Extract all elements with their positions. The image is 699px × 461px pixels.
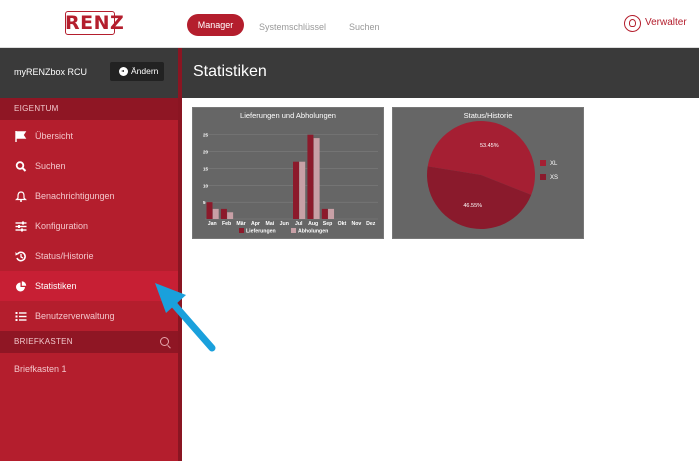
x-tick-label: Aug (308, 221, 318, 227)
legend-label: XL (550, 161, 558, 167)
x-tick-label: Dez (366, 221, 376, 227)
bar-lieferungen (307, 134, 314, 219)
bar-abholungen (212, 208, 219, 219)
sidebar-item-konfiguration[interactable]: Konfiguration (0, 211, 178, 241)
y-tick-label: 25 (203, 133, 209, 138)
bar-lieferungen (220, 208, 227, 219)
sidebar-item-status-historie[interactable]: Status/Historie (0, 241, 178, 271)
x-tick-label: Jun (280, 221, 289, 227)
legend-swatch (540, 174, 546, 180)
x-tick-label: Sep (323, 221, 333, 227)
bar-chart: 5 10 15 20 25 Jan Feb Mär Apr Mai Jun Jul Aug Sep Okt N… (203, 133, 378, 235)
sidebar-item-benachrichtigungen[interactable]: Benachrichtigungen (0, 181, 178, 211)
top-bar: RENZ Manager Systemschlüssel Suchen Verw… (0, 0, 699, 48)
user-icon (624, 15, 641, 32)
renz-logo[interactable]: RENZ (65, 11, 125, 35)
tab-systemschluessel[interactable]: Systemschlüssel (259, 18, 326, 36)
main-header: Statistiken (182, 48, 699, 98)
legend-label: Abholungen (298, 229, 328, 235)
bar-abholungen (299, 161, 306, 219)
arrow-circle-icon (119, 67, 128, 76)
box-header: myRENZbox RCU Ändern (0, 48, 178, 98)
section-label: EIGENTUM (14, 104, 59, 113)
pie-chart-panel: Status/Historie 53.45% 46.55% XL XS (392, 107, 584, 239)
mailbox-item[interactable]: Briefkasten 1 (14, 364, 67, 374)
bar-lieferungen (321, 208, 328, 219)
x-tick-label: Feb (222, 221, 231, 227)
sidebar-item-label: Status/Historie (35, 251, 94, 261)
pie-data-label: 53.45% (480, 143, 499, 149)
legend-swatch (540, 160, 546, 166)
bar-abholungen (313, 138, 320, 219)
change-button-label: Ändern (131, 66, 159, 76)
y-tick-label: 10 (203, 183, 209, 188)
logo-text: RENZ (65, 12, 125, 34)
pie-data-label: 46.55% (463, 203, 482, 209)
page-title: Statistiken (193, 63, 267, 80)
box-title: myRENZbox RCU (14, 67, 88, 77)
tab-manager[interactable]: Manager (187, 14, 244, 36)
bar-lieferungen (206, 202, 213, 219)
sidebar-item-label: Konfiguration (35, 221, 89, 231)
y-tick-label: 5 (203, 200, 206, 205)
list-icon (15, 311, 27, 322)
change-box-button[interactable]: Ändern (110, 62, 164, 81)
x-tick-label: Okt (338, 221, 347, 227)
sliders-icon (15, 221, 27, 232)
sidebar-item-label: Benachrichtigungen (35, 191, 115, 201)
bar-abholungen (227, 212, 234, 219)
flag-icon (15, 131, 27, 142)
section-header-eigentum: EIGENTUM (0, 98, 178, 120)
sidebar: myRENZbox RCU Ändern EIGENTUM Übersicht … (0, 48, 178, 461)
x-tick-label: Jan (208, 221, 217, 227)
pie-chart-icon (15, 281, 27, 292)
legend-swatch (291, 228, 296, 233)
sidebar-item-uebersicht[interactable]: Übersicht (0, 121, 178, 151)
x-tick-label: Mär (236, 221, 245, 227)
sidebar-item-suchen[interactable]: Suchen (0, 151, 178, 181)
legend-label: XS (550, 175, 558, 181)
y-tick-label: 20 (203, 150, 209, 155)
sidebar-item-label: Suchen (35, 161, 66, 171)
history-icon (15, 251, 27, 262)
x-tick-label: Mai (266, 221, 275, 227)
bar-lieferungen (293, 161, 299, 219)
user-label: Verwalter (645, 17, 687, 28)
sidebar-item-label: Statistiken (35, 281, 77, 291)
pie-chart: 53.45% 46.55% XL XS (427, 120, 558, 229)
section-label: BRIEFKASTEN (14, 337, 73, 346)
search-icon (15, 161, 27, 172)
bar-chart-panel: Lieferungen und Abholungen 5 10 15 20 25 Jan F… (192, 107, 384, 239)
sidebar-item-label: Benutzerverwaltung (35, 311, 115, 321)
sidebar-edge (178, 48, 182, 461)
sidebar-item-label: Übersicht (35, 131, 74, 141)
legend-label: Lieferungen (246, 229, 276, 235)
y-tick-label: 15 (203, 166, 209, 171)
x-tick-label: Nov (351, 221, 361, 227)
legend-swatch (239, 228, 244, 233)
x-tick-label: Apr (251, 221, 260, 227)
logo-area: RENZ (0, 0, 178, 47)
annotation-arrow-icon (155, 283, 216, 352)
x-tick-label: Jul (295, 221, 303, 227)
bar-abholungen (328, 208, 335, 219)
tab-suchen[interactable]: Suchen (349, 18, 380, 36)
bell-icon (15, 191, 27, 202)
